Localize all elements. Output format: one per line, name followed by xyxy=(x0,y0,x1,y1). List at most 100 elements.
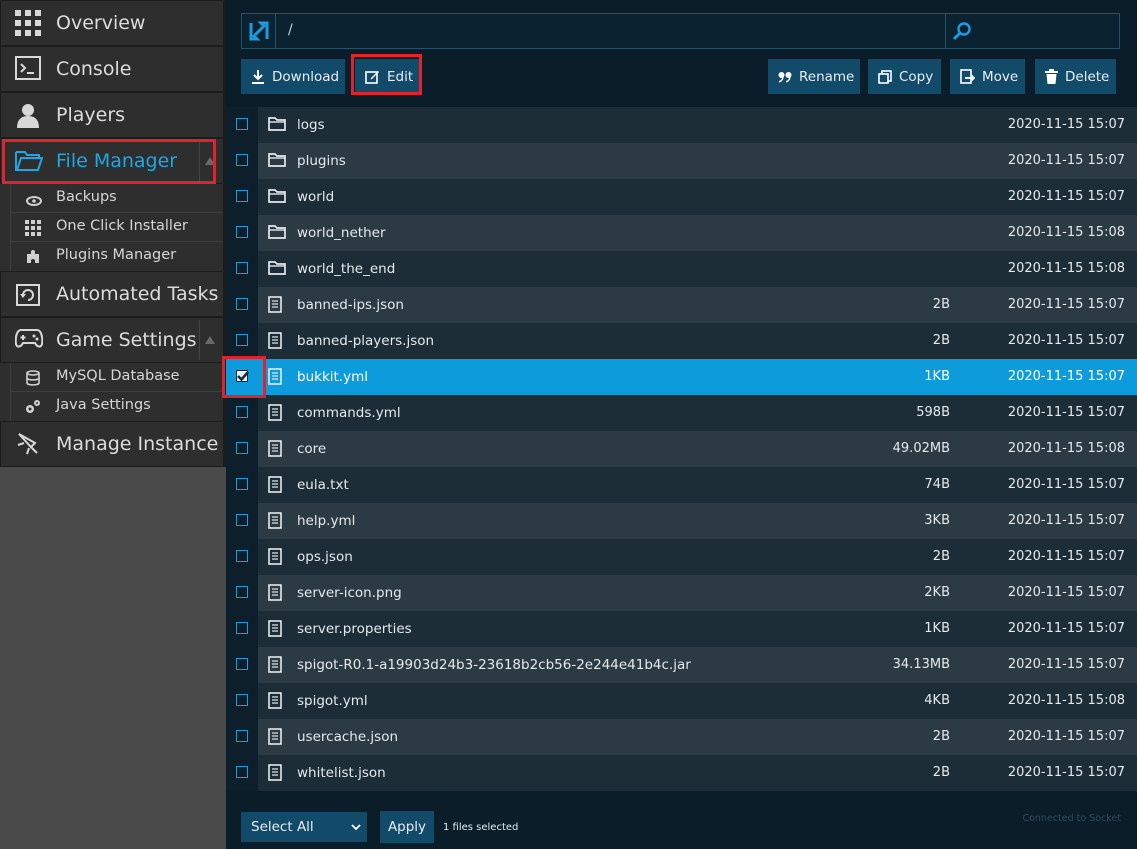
sub-item-one-click-installer[interactable]: One Click Installer xyxy=(10,213,223,242)
row-checkbox[interactable] xyxy=(236,658,248,670)
rename-label: Rename xyxy=(799,68,855,85)
sub-item-one-click-installer-label: One Click Installer xyxy=(56,218,188,234)
row-checkbox[interactable] xyxy=(236,298,248,310)
delete-button[interactable]: Delete xyxy=(1035,59,1116,94)
file-row[interactable]: server-icon.png 2KB 2020-11-15 15:07 xyxy=(226,575,1137,611)
checkbox-cell xyxy=(226,359,258,395)
apply-button[interactable]: Apply xyxy=(380,811,434,843)
file-row[interactable]: core 49.02MB 2020-11-15 15:08 xyxy=(226,431,1137,467)
file-row[interactable]: eula.txt 74B 2020-11-15 15:07 xyxy=(226,467,1137,503)
nav-automated-tasks[interactable]: Automated Tasks xyxy=(0,271,226,317)
file-icon xyxy=(268,764,286,782)
file-name[interactable]: world_the_end xyxy=(297,261,395,277)
file-row[interactable]: usercache.json 2B 2020-11-15 15:07 xyxy=(226,719,1137,755)
file-name[interactable]: server-icon.png xyxy=(297,585,402,601)
sub-item-plugins-manager[interactable]: Plugins Manager xyxy=(10,242,223,271)
file-name[interactable]: world_nether xyxy=(297,225,386,241)
row-checkbox[interactable] xyxy=(236,622,248,634)
file-name[interactable]: commands.yml xyxy=(297,405,401,421)
bulk-action-select[interactable]: Select All xyxy=(241,812,367,842)
file-name[interactable]: banned-players.json xyxy=(297,333,434,349)
nav-overview[interactable]: Overview xyxy=(0,0,226,46)
file-name[interactable]: spigot.yml xyxy=(297,693,368,709)
file-name[interactable]: whitelist.json xyxy=(297,765,386,781)
file-name[interactable]: usercache.json xyxy=(297,729,398,745)
file-name[interactable]: help.yml xyxy=(297,513,355,529)
checkbox-cell xyxy=(226,611,258,647)
file-name[interactable]: banned-ips.json xyxy=(297,297,404,313)
user-icon xyxy=(15,102,43,130)
sub-item-mysql-database[interactable]: MySQL Database xyxy=(10,363,223,392)
file-row[interactable]: world_nether 2020-11-15 15:08 xyxy=(226,215,1137,251)
row-checkbox[interactable] xyxy=(236,478,248,490)
edit-button[interactable]: Edit xyxy=(355,59,419,94)
row-checkbox[interactable] xyxy=(236,694,248,706)
file-name[interactable]: server.properties xyxy=(297,621,412,637)
folder-icon xyxy=(268,116,286,134)
row-checkbox[interactable] xyxy=(236,550,248,562)
file-name[interactable]: bukkit.yml xyxy=(297,369,368,385)
nav-console[interactable]: Console xyxy=(0,46,226,92)
file-row[interactable]: banned-ips.json 2B 2020-11-15 15:07 xyxy=(226,287,1137,323)
file-row[interactable]: help.yml 3KB 2020-11-15 15:07 xyxy=(226,503,1137,539)
row-checkbox[interactable] xyxy=(236,406,248,418)
sub-item-java-settings[interactable]: Java Settings xyxy=(10,392,223,421)
file-name[interactable]: spigot-R0.1-a19903d24b3-23618b2cb56-2e24… xyxy=(297,657,691,673)
file-icon xyxy=(268,332,286,350)
row-checkbox[interactable] xyxy=(236,766,248,778)
file-row[interactable]: spigot-R0.1-a19903d24b3-23618b2cb56-2e24… xyxy=(226,647,1137,683)
nav-game-settings[interactable]: Game Settings xyxy=(0,317,226,363)
checkbox-cell xyxy=(226,323,258,359)
file-row[interactable]: bukkit.yml 1KB 2020-11-15 15:07 xyxy=(226,359,1137,395)
row-checkbox[interactable] xyxy=(236,190,248,202)
file-size: 74B xyxy=(924,477,950,492)
checkbox-cell xyxy=(226,395,258,431)
file-date: 2020-11-15 15:08 xyxy=(1007,261,1125,276)
row-checkbox[interactable] xyxy=(236,226,248,238)
file-row[interactable]: ops.json 2B 2020-11-15 15:07 xyxy=(226,539,1137,575)
file-name[interactable]: plugins xyxy=(297,153,346,169)
file-name[interactable]: ops.json xyxy=(297,549,353,565)
refresh-button[interactable] xyxy=(242,14,276,48)
file-row[interactable]: plugins 2020-11-15 15:07 xyxy=(226,143,1137,179)
file-name[interactable]: eula.txt xyxy=(297,477,349,493)
nav-manage-instance[interactable]: Manage Instance xyxy=(0,421,226,467)
file-row[interactable]: whitelist.json 2B 2020-11-15 15:07 xyxy=(226,755,1137,791)
row-checkbox[interactable] xyxy=(236,370,249,382)
download-icon xyxy=(252,69,264,84)
file-row[interactable]: logs 2020-11-15 15:07 xyxy=(226,107,1137,143)
file-row[interactable]: spigot.yml 4KB 2020-11-15 15:08 xyxy=(226,683,1137,719)
file-row[interactable]: world_the_end 2020-11-15 15:08 xyxy=(226,251,1137,287)
terminal-icon xyxy=(15,56,43,84)
path-input[interactable]: / xyxy=(288,22,293,38)
search-input[interactable] xyxy=(945,14,1119,48)
sub-item-backups[interactable]: Backups xyxy=(10,184,223,213)
move-button[interactable]: Move xyxy=(950,59,1025,94)
file-size: 598B xyxy=(916,405,950,420)
rename-button[interactable]: Rename xyxy=(768,59,860,94)
nav-players[interactable]: Players xyxy=(0,92,226,138)
gears-icon xyxy=(25,399,41,415)
nav-file-manager[interactable]: File Manager xyxy=(0,138,226,184)
collapse-toggle[interactable] xyxy=(199,141,219,181)
file-row[interactable]: world 2020-11-15 15:07 xyxy=(226,179,1137,215)
collapse-toggle[interactable] xyxy=(199,320,219,360)
file-date: 2020-11-15 15:07 xyxy=(1007,333,1125,348)
download-button[interactable]: Download xyxy=(241,59,345,94)
file-row[interactable]: banned-players.json 2B 2020-11-15 15:07 xyxy=(226,323,1137,359)
nav-overview-label: Overview xyxy=(56,12,146,34)
row-checkbox[interactable] xyxy=(236,334,248,346)
copy-button[interactable]: Copy xyxy=(868,59,941,94)
row-checkbox[interactable] xyxy=(236,154,248,166)
file-row[interactable]: commands.yml 598B 2020-11-15 15:07 xyxy=(226,395,1137,431)
file-name[interactable]: core xyxy=(297,441,326,457)
file-name[interactable]: logs xyxy=(297,117,325,133)
row-checkbox[interactable] xyxy=(236,586,248,598)
row-checkbox[interactable] xyxy=(236,514,248,526)
row-checkbox[interactable] xyxy=(236,262,248,274)
file-row[interactable]: server.properties 1KB 2020-11-15 15:07 xyxy=(226,611,1137,647)
row-checkbox[interactable] xyxy=(236,118,248,130)
file-name[interactable]: world xyxy=(297,189,334,205)
row-checkbox[interactable] xyxy=(236,730,248,742)
row-checkbox[interactable] xyxy=(236,442,248,454)
